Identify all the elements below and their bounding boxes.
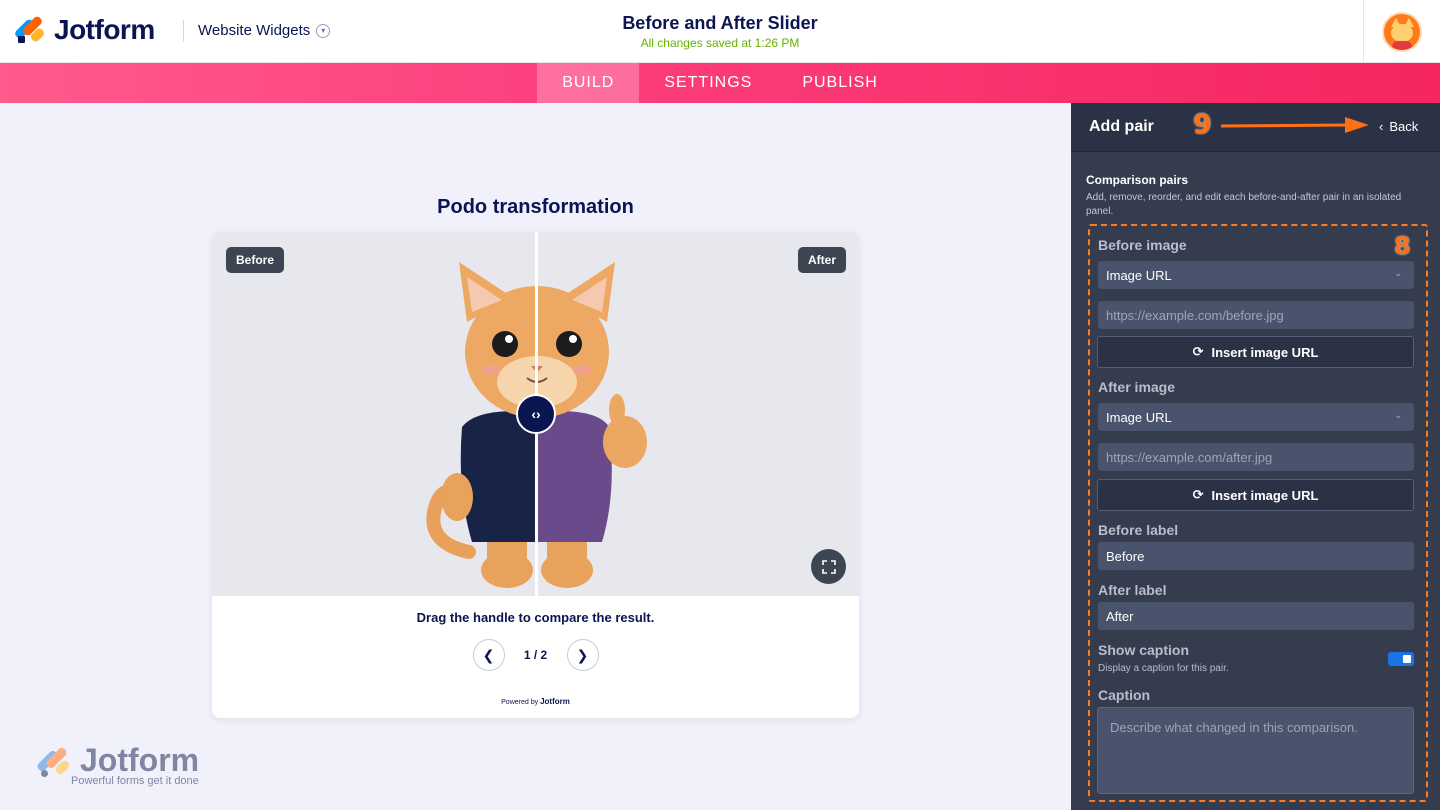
after-image-source-select[interactable]: Image URL ⌄ (1098, 403, 1414, 431)
toggle-knob (1403, 655, 1411, 663)
caption-textarea[interactable]: Describe what changed in this comparison… (1097, 707, 1414, 794)
section-description: Add, remove, reorder, and edit each befo… (1086, 192, 1402, 217)
watermark-brand: Jotform (80, 742, 200, 778)
chevron-left-icon: ‹ (1379, 119, 1384, 134)
page-title[interactable]: Before and After Slider (520, 13, 920, 34)
section-title: Comparison pairs (1086, 173, 1189, 187)
show-caption-desc: Display a caption for this pair. (1098, 663, 1229, 674)
before-image-url-input[interactable]: https://example.com/before.jpg (1098, 301, 1414, 329)
after-badge: After (797, 247, 846, 273)
next-button[interactable]: ❯ (566, 639, 599, 671)
after-insert-image-button[interactable]: ⟳ Insert image URL (1097, 479, 1414, 511)
annotation-arrow-icon (1221, 117, 1369, 133)
powered-by[interactable]: Powered by Jotform (212, 697, 859, 706)
before-badge: Before (226, 247, 285, 273)
title-block: Before and After Slider All changes save… (520, 13, 920, 50)
before-insert-label: Insert image URL (1211, 344, 1319, 360)
comparison-slider[interactable]: ‹› Before After (212, 232, 859, 596)
top-bar: Jotform Website Widgets ▾ Before and Aft… (0, 0, 1440, 63)
page-count: 1 / 2 (523, 648, 548, 662)
slider-card: ‹› Before After Drag the handle to compa… (212, 232, 859, 718)
header-divider (183, 20, 184, 42)
widget-title: Podo transformation (437, 196, 634, 218)
back-label: Back (1389, 119, 1419, 134)
jotform-logo-icon (13, 15, 46, 45)
code-arrows-icon: ‹› (531, 406, 541, 422)
powered-by-text: Powered by (501, 699, 539, 706)
show-caption-toggle[interactable] (1388, 652, 1414, 666)
powered-by-brand: Jotform (540, 697, 570, 706)
after-label-title: After label (1098, 582, 1167, 598)
before-image-source-value: Image URL (1106, 267, 1172, 283)
chevron-down-icon: ▾ (316, 23, 331, 38)
chevron-right-icon: ❯ (576, 646, 589, 663)
pager: ❮ 1 / 2 ❯ (212, 639, 859, 671)
caption-label: Caption (1098, 687, 1151, 703)
after-insert-label: Insert image URL (1211, 487, 1319, 503)
before-label-title: Before label (1098, 522, 1179, 538)
save-status: All changes saved at 1:26 PM (640, 36, 800, 50)
workspace-label: Website Widgets (198, 22, 311, 39)
panel-title: Add pair (1089, 118, 1154, 135)
annotation-9: 9 (1193, 109, 1212, 140)
panel-header: Add pair 9 ‹ Back (1071, 103, 1440, 152)
after-image-url-input[interactable]: https://example.com/after.jpg (1098, 443, 1414, 471)
refresh-icon: ⟳ (1192, 344, 1204, 359)
before-insert-image-button[interactable]: ⟳ Insert image URL (1097, 336, 1414, 368)
before-image-source-select[interactable]: Image URL ⌄ (1098, 261, 1414, 289)
before-image-label: Before image (1098, 237, 1187, 253)
back-button[interactable]: ‹ Back (1379, 119, 1418, 134)
refresh-icon: ⟳ (1192, 487, 1204, 502)
after-label-input[interactable]: After (1098, 602, 1414, 630)
annotation-8: 8 (1394, 232, 1411, 260)
prev-button[interactable]: ❮ (472, 639, 505, 671)
jotform-logo[interactable]: Jotform (13, 14, 155, 46)
brand-name: Jotform (54, 14, 155, 45)
tab-settings[interactable]: SETTINGS (639, 63, 777, 103)
chevron-left-icon: ❮ (482, 646, 495, 663)
slider-handle[interactable]: ‹› (516, 394, 556, 434)
tab-publish[interactable]: PUBLISH (777, 63, 902, 103)
drag-hint: Drag the handle to compare the result. (416, 610, 655, 625)
avatar-button[interactable] (1363, 0, 1440, 63)
fullscreen-icon (821, 559, 836, 574)
chevron-down-icon: ⌄ (1394, 268, 1402, 278)
show-caption-label: Show caption (1098, 642, 1189, 658)
after-image-source-value: Image URL (1106, 409, 1172, 425)
watermark-tagline: Powerful forms get it done (71, 775, 199, 787)
before-label-input[interactable]: Before (1098, 542, 1414, 570)
avatar (1382, 11, 1422, 52)
chevron-down-icon: ⌄ (1394, 410, 1402, 420)
builder-nav: BUILD SETTINGS PUBLISH (0, 63, 1440, 103)
workspace-menu[interactable]: Website Widgets ▾ (198, 22, 331, 39)
fullscreen-button[interactable] (811, 549, 846, 584)
tab-build[interactable]: BUILD (537, 63, 640, 103)
after-image-label: After image (1098, 379, 1176, 395)
jotform-watermark-icon (35, 746, 72, 780)
